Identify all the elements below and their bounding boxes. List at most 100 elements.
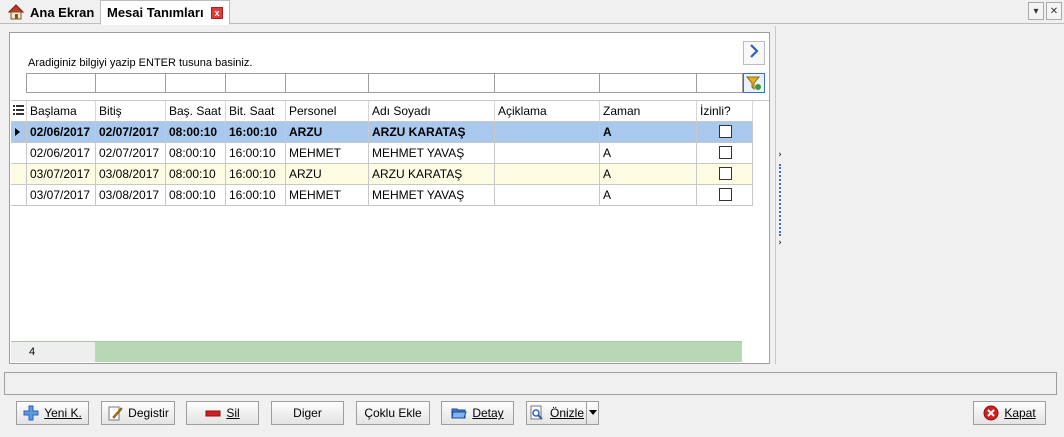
kapat-button[interactable]: Kapat xyxy=(973,401,1046,425)
cell-personel[interactable]: ARZU xyxy=(286,164,369,184)
detay-button-label: Detay xyxy=(472,406,504,420)
column-chooser-icon[interactable] xyxy=(11,101,27,122)
print-preview-icon xyxy=(529,405,545,421)
izinli-checkbox[interactable] xyxy=(719,188,732,201)
table-row[interactable]: 02/06/2017 02/07/2017 08:00:10 16:00:10 … xyxy=(11,143,753,164)
onizle-button[interactable]: Önizle xyxy=(526,401,587,425)
filter-clear-button[interactable] xyxy=(743,73,765,93)
cell-bitis[interactable]: 02/07/2017 xyxy=(96,122,166,142)
cell-bit-saat[interactable]: 16:00:10 xyxy=(226,185,286,205)
cell-bas-saat[interactable]: 08:00:10 xyxy=(166,185,226,205)
row-indicator xyxy=(11,143,27,163)
cell-aciklama[interactable] xyxy=(495,185,600,205)
cell-personel[interactable]: MEHMET xyxy=(286,185,369,205)
sil-button[interactable]: Sil xyxy=(186,401,259,425)
side-panel xyxy=(775,26,1062,364)
cell-bas-saat[interactable]: 08:00:10 xyxy=(166,164,226,184)
izinli-checkbox[interactable] xyxy=(719,167,732,180)
splitter-grip xyxy=(779,164,781,236)
cell-aciklama[interactable] xyxy=(495,164,600,184)
detay-button[interactable]: Detay xyxy=(441,401,514,425)
cell-personel[interactable]: MEHMET xyxy=(286,143,369,163)
cell-adi-soyadi[interactable]: ARZU KARATAŞ xyxy=(369,122,495,142)
column-header-bit-saat[interactable]: Bit. Saat xyxy=(226,101,286,122)
cell-zaman[interactable]: A xyxy=(600,185,697,205)
onizle-dropdown-button[interactable] xyxy=(586,401,599,425)
cell-izinli[interactable] xyxy=(697,122,753,142)
chevron-down-icon xyxy=(588,410,597,415)
cell-bit-saat[interactable]: 16:00:10 xyxy=(226,164,286,184)
izinli-checkbox[interactable] xyxy=(719,146,732,159)
column-header-izinli[interactable]: İzinli? xyxy=(697,101,753,122)
filter-bas-saat[interactable] xyxy=(165,73,226,93)
next-button[interactable] xyxy=(743,41,765,65)
column-header-baslama[interactable]: Başlama xyxy=(27,101,96,122)
filter-baslama[interactable] xyxy=(26,73,96,93)
filter-aciklama[interactable] xyxy=(494,73,600,93)
grid-footer: 4 xyxy=(11,341,742,362)
column-header-bas-saat[interactable]: Baş. Saat xyxy=(166,101,226,122)
degistir-button[interactable]: Degistir xyxy=(101,401,175,425)
filter-bit-saat[interactable] xyxy=(225,73,286,93)
chevron-down-icon[interactable]: ▾ xyxy=(1028,2,1044,20)
cell-izinli[interactable] xyxy=(697,185,753,205)
table-row[interactable]: 02/06/2017 02/07/2017 08:00:10 16:00:10 … xyxy=(11,122,753,143)
cell-adi-soyadi[interactable]: MEHMET YAVAŞ xyxy=(369,185,495,205)
cell-personel[interactable]: ARZU xyxy=(286,122,369,142)
row-indicator xyxy=(11,164,27,184)
table-row[interactable]: 03/07/2017 03/08/2017 08:00:10 16:00:10 … xyxy=(11,185,753,206)
tab-mesai-tanimlari[interactable]: Mesai Tanımları x xyxy=(100,0,230,25)
close-icon[interactable]: ✕ xyxy=(1046,2,1062,20)
cell-bitis[interactable]: 03/08/2017 xyxy=(96,164,166,184)
cell-baslama[interactable]: 03/07/2017 xyxy=(27,164,96,184)
cell-adi-soyadi[interactable]: ARZU KARATAŞ xyxy=(369,164,495,184)
yeni-button[interactable]: Yeni K. xyxy=(16,401,89,425)
cell-zaman[interactable]: A xyxy=(600,164,697,184)
cell-adi-soyadi[interactable]: MEHMET YAVAŞ xyxy=(369,143,495,163)
edit-pencil-icon xyxy=(107,405,123,421)
cell-bit-saat[interactable]: 16:00:10 xyxy=(226,143,286,163)
cell-baslama[interactable]: 03/07/2017 xyxy=(27,185,96,205)
filter-bitis[interactable] xyxy=(95,73,166,93)
record-count: 4 xyxy=(11,342,95,362)
table-row[interactable]: 03/07/2017 03/08/2017 08:00:10 16:00:10 … xyxy=(11,164,753,185)
column-header-adi-soyadi[interactable]: Adı Soyadı xyxy=(369,101,495,122)
cell-izinli[interactable] xyxy=(697,164,753,184)
coklu-ekle-button-label: Çoklu Ekle xyxy=(364,406,422,420)
splitter-expand-icon[interactable]: › xyxy=(776,150,784,160)
cell-zaman[interactable]: A xyxy=(600,143,697,163)
panel-splitter[interactable]: › › xyxy=(776,150,784,250)
cell-baslama[interactable]: 02/06/2017 xyxy=(27,143,96,163)
tab-strip: Ana Ekran Mesai Tanımları x ▾ ✕ xyxy=(0,0,1064,25)
column-header-personel[interactable]: Personel xyxy=(286,101,369,122)
diger-button[interactable]: Diger xyxy=(271,401,344,425)
filter-izinli[interactable] xyxy=(696,73,743,93)
filter-personel[interactable] xyxy=(285,73,369,93)
filter-zaman[interactable] xyxy=(599,73,697,93)
cell-baslama[interactable]: 02/06/2017 xyxy=(27,122,96,142)
izinli-checkbox[interactable] xyxy=(719,125,732,138)
tab-home[interactable]: Ana Ekran xyxy=(2,0,100,24)
cell-bitis[interactable]: 03/08/2017 xyxy=(96,185,166,205)
column-header-zaman[interactable]: Zaman xyxy=(600,101,697,122)
cell-izinli[interactable] xyxy=(697,143,753,163)
current-row-arrow-icon xyxy=(15,128,20,136)
cell-aciklama[interactable] xyxy=(495,143,600,163)
column-header-bitis[interactable]: Bitiş xyxy=(96,101,166,122)
minus-icon xyxy=(205,405,221,421)
cell-bit-saat[interactable]: 16:00:10 xyxy=(226,122,286,142)
splitter-expand-icon[interactable]: › xyxy=(776,238,784,248)
filter-funnel-icon xyxy=(745,76,761,91)
coklu-ekle-button[interactable]: Çoklu Ekle xyxy=(356,401,430,425)
column-header-aciklama[interactable]: Açiklama xyxy=(495,101,600,122)
chevron-right-icon xyxy=(750,44,759,58)
cell-bas-saat[interactable]: 08:00:10 xyxy=(166,143,226,163)
filter-adi-soyadi[interactable] xyxy=(368,73,495,93)
cell-zaman[interactable]: A xyxy=(600,122,697,142)
cell-bas-saat[interactable]: 08:00:10 xyxy=(166,122,226,142)
tab-home-label: Ana Ekran xyxy=(30,4,95,20)
folder-open-icon xyxy=(451,405,468,421)
tab-close-icon[interactable]: x xyxy=(211,7,223,19)
cell-aciklama[interactable] xyxy=(495,122,600,142)
cell-bitis[interactable]: 02/07/2017 xyxy=(96,143,166,163)
